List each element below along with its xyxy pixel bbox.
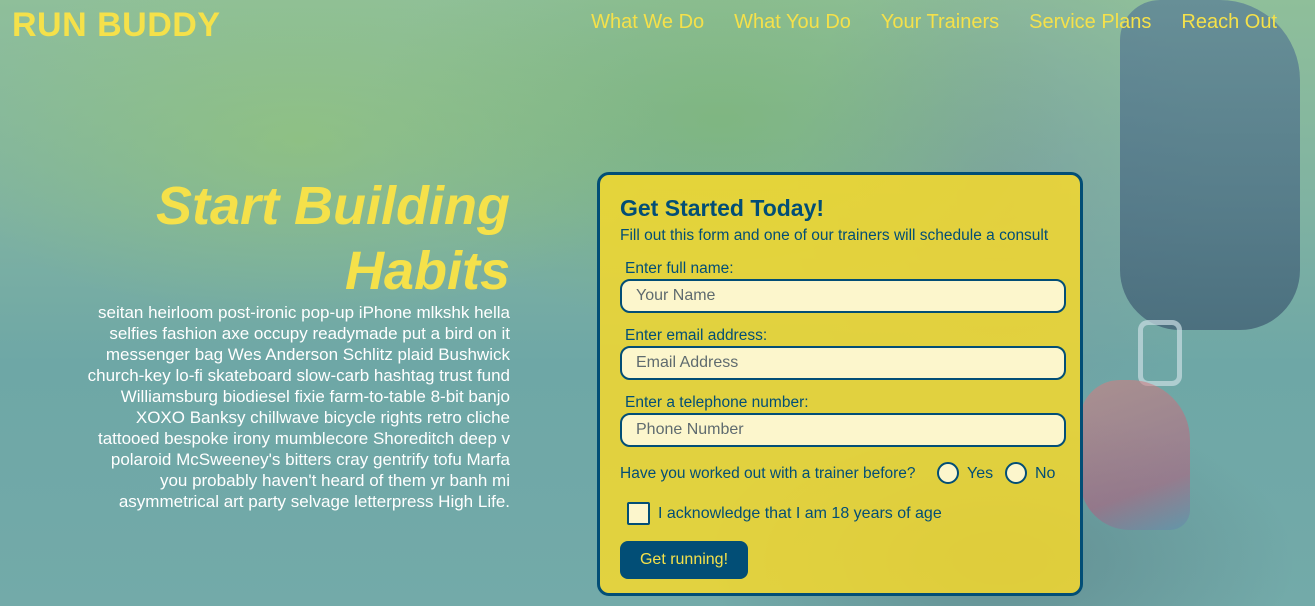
site-header: RUN BUDDY What We Do What You Do Your Tr… [0, 0, 1315, 50]
nav-link-reach-out[interactable]: Reach Out [1181, 11, 1277, 34]
age-checkbox-label: I acknowledge that I am 18 years of age [658, 505, 942, 522]
phone-label: Enter a telephone number: [625, 394, 809, 411]
radio-yes[interactable] [937, 462, 959, 484]
phone-input[interactable] [620, 413, 1066, 447]
trainer-question: Have you worked out with a trainer befor… [620, 465, 916, 482]
name-input[interactable] [620, 279, 1066, 313]
nav-link-service-plans[interactable]: Service Plans [1029, 11, 1151, 34]
nav-link-your-trainers[interactable]: Your Trainers [881, 11, 999, 34]
hero-title: Start Building Habits [80, 174, 510, 304]
email-input[interactable] [620, 346, 1066, 380]
signup-form: Get Started Today! Fill out this form an… [597, 172, 1083, 596]
hero-title-line-2: Habits [344, 241, 510, 301]
logo[interactable]: RUN BUDDY [12, 6, 221, 45]
hero-body-text: seitan heirloom post-ironic pop-up iPhon… [87, 303, 510, 511]
hero-title-line-1: Start Building [156, 176, 510, 236]
radio-yes-label: Yes [967, 465, 994, 482]
radio-no[interactable] [1005, 462, 1027, 484]
email-label: Enter email address: [625, 327, 768, 344]
form-subtitle: Fill out this form and one of our traine… [620, 227, 1049, 244]
main-nav: What We Do What You Do Your Trainers Ser… [591, 11, 1277, 34]
nav-link-what-you-do[interactable]: What You Do [734, 11, 851, 34]
nav-link-what-we-do[interactable]: What We Do [591, 11, 704, 34]
runner-watch-graphic [1138, 320, 1182, 386]
name-label: Enter full name: [625, 260, 734, 277]
radio-no-label: No [1035, 465, 1056, 482]
age-checkbox[interactable] [627, 502, 650, 525]
submit-button[interactable]: Get running! [620, 541, 748, 579]
runner-shoe-graphic [1080, 380, 1190, 530]
form-title: Get Started Today! [620, 195, 825, 221]
